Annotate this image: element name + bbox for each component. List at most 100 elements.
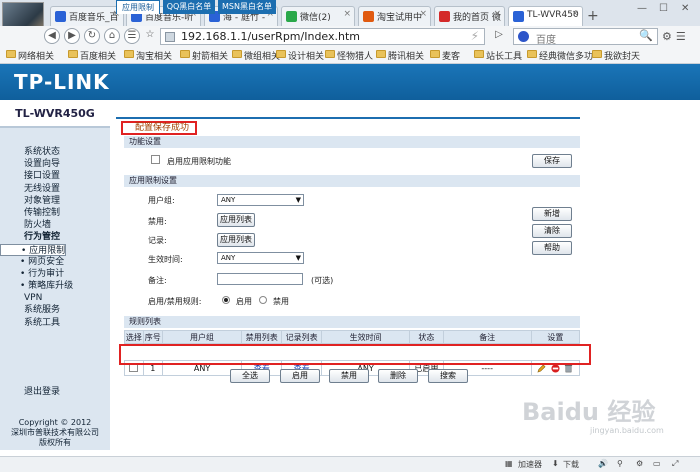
bookmark-item[interactable]: 腾讯相关 (376, 49, 424, 62)
history-icon[interactable]: ☰ (124, 28, 140, 44)
sidebar-item[interactable]: 设置向导 (0, 158, 110, 170)
help-button[interactable]: 帮助 (532, 241, 572, 255)
delete-button[interactable]: 删除 (378, 369, 418, 383)
accelerator-icon[interactable]: ▦ (505, 459, 513, 468)
browser-tab[interactable]: 百度音乐_百 × (50, 6, 124, 26)
browser-tab-label: 淘宝试用中 (377, 13, 423, 23)
note-input[interactable] (217, 273, 303, 285)
search-button[interactable]: 搜索 (428, 369, 468, 383)
save-button[interactable]: 保存 (532, 154, 572, 168)
time-select[interactable]: ANY ▼ (217, 252, 304, 264)
bookmark-item[interactable]: 微组相关 (232, 49, 280, 62)
sidebar-item[interactable]: 行为管控 (0, 231, 110, 243)
expand-icon[interactable]: ⤢ (672, 459, 678, 469)
bookmark-item[interactable]: 我欲封天 (592, 49, 640, 62)
settings-icon[interactable]: ⚙ (636, 459, 643, 468)
home-icon[interactable]: ⌂ (104, 28, 120, 44)
enable-app-limit-checkbox[interactable] (151, 155, 160, 164)
log-label: 记录: (148, 236, 167, 245)
sidebar-item[interactable]: 接口设置 (0, 170, 110, 182)
add-button[interactable]: 新增 (532, 207, 572, 221)
sidebar-item[interactable]: 传输控制 (0, 207, 110, 219)
logout-link[interactable]: 退出登录 (24, 384, 60, 397)
bookmark-item[interactable]: 经典微信多功 (527, 49, 593, 62)
disable-button[interactable]: 禁用 (329, 369, 369, 383)
router-banner: TP-LINK (0, 64, 700, 100)
close-tab-icon[interactable]: × (419, 9, 427, 19)
time-label: 生效时间: (148, 255, 183, 264)
toolbar-icons[interactable]: ⚙☰ (662, 30, 690, 43)
bookmark-item[interactable]: 麦客 (430, 49, 460, 62)
accelerator-label[interactable]: 加速器 (518, 459, 542, 470)
sidebar-item[interactable]: 系统状态 (0, 146, 110, 158)
bookmark-item[interactable]: 射箭相关 (180, 49, 228, 62)
column-header: 记录列表 (281, 330, 323, 344)
table-header-row: 选择 序号 用户组 禁用列表 记录列表 生效时间 状态 备注 设置 (124, 330, 581, 344)
sidebar-item[interactable]: • 网页安全 (0, 256, 110, 268)
download-icon[interactable]: ⬇ (552, 459, 559, 468)
tab-msn-list[interactable]: MSN黑白名单 (218, 0, 276, 14)
sidebar-item[interactable]: • 应用限制 (0, 243, 67, 256)
sidebar-item[interactable]: 对象管理 (0, 195, 110, 207)
bookmark-item[interactable]: 怪物猎人 (325, 49, 373, 62)
enable-radio[interactable] (222, 296, 230, 304)
block-app-list-button[interactable]: 应用列表 (217, 213, 255, 227)
close-window-icon[interactable]: ✕ (681, 3, 689, 14)
bookmark-label: 腾讯相关 (388, 52, 425, 62)
url-text[interactable]: 192.168.1.1/userRpm/Index.htm (181, 30, 360, 43)
zoom-icon[interactable]: ⚲ (617, 459, 623, 468)
bookmark-star-icon[interactable]: ☆ (142, 28, 158, 44)
sidebar-item[interactable]: 防火墙 (0, 219, 110, 231)
sidebar-menu: 系统状态 设置向导 接口设置 无线设置 对象管理 传输控制 防火墙 行为管控 • 应用限制 • 网… (0, 146, 110, 329)
favorite-icon[interactable]: ⚡ (471, 29, 479, 43)
disable-radio[interactable] (259, 296, 267, 304)
folder-icon (430, 50, 440, 58)
window-icon[interactable]: ▭ (653, 459, 661, 468)
search-box[interactable]: 百度 🔍 (513, 28, 658, 46)
tab-qq-list[interactable]: QQ黑白名单 (163, 0, 215, 14)
minimize-icon[interactable]: — (637, 3, 647, 14)
tab-app-limit[interactable]: 应用限制 (116, 0, 160, 14)
bookmark-label: 淘宝相关 (136, 52, 173, 62)
bookmark-item[interactable]: 站长工具 (474, 49, 522, 62)
new-tab-button[interactable]: + (587, 8, 599, 24)
enable-button[interactable]: 启用 (280, 369, 320, 383)
bookmark-item[interactable]: 百度相关 (68, 49, 116, 62)
rule-label: 启用/禁用规则: (148, 297, 202, 306)
user-group-label: 用户组: (148, 196, 175, 205)
sidebar-item[interactable]: 系统服务 (0, 304, 110, 316)
forward-icon[interactable]: ▶ (64, 28, 80, 44)
bookmark-item[interactable]: 设计相关 (276, 49, 324, 62)
search-input[interactable]: 百度 (536, 31, 556, 46)
reload-icon[interactable]: ↻ (84, 28, 100, 44)
download-label[interactable]: 下载 (563, 459, 579, 470)
search-icon[interactable]: 🔍 (639, 29, 653, 42)
sidebar-item[interactable]: 系统工具 (0, 317, 110, 329)
time-value: ANY (221, 254, 236, 262)
bookmark-item[interactable]: 网络相关 (6, 49, 54, 62)
sidebar-item[interactable]: 无线设置 (0, 183, 110, 195)
sound-icon[interactable]: 🔊 (598, 459, 608, 468)
browser-tab[interactable]: 我的首页 微 × (434, 6, 505, 26)
user-group-select[interactable]: ANY ▼ (217, 194, 304, 206)
address-bar[interactable]: 192.168.1.1/userRpm/Index.htm ⚡ (160, 28, 485, 45)
bookmark-item[interactable]: 淘宝相关 (124, 49, 172, 62)
browser-tab[interactable]: 淘宝试用中 × (358, 6, 431, 26)
log-app-list-button[interactable]: 应用列表 (217, 233, 255, 247)
close-tab-icon[interactable]: × (343, 9, 351, 19)
browser-tab[interactable]: TL-WVR450 × (508, 6, 583, 26)
maximize-icon[interactable]: ☐ (659, 3, 668, 14)
sidebar-item[interactable]: • 策略库升级 (0, 280, 110, 292)
sidebar-item[interactable]: • 行为审计 (0, 268, 110, 280)
clear-button[interactable]: 清除 (532, 224, 572, 238)
close-tab-icon[interactable]: × (571, 9, 579, 19)
select-all-button[interactable]: 全选 (230, 369, 270, 383)
go-icon[interactable]: ▷ (491, 28, 507, 44)
bookmark-label: 经典微信多功 (539, 52, 594, 62)
sidebar-item[interactable]: VPN (0, 292, 110, 304)
back-icon[interactable]: ◀ (44, 28, 60, 44)
close-tab-icon[interactable]: × (493, 9, 501, 19)
browser-tab[interactable]: 微信(2) × (281, 6, 355, 26)
note-hint: (可选) (311, 276, 334, 285)
rule-list-header: 规则列表 (124, 316, 580, 328)
